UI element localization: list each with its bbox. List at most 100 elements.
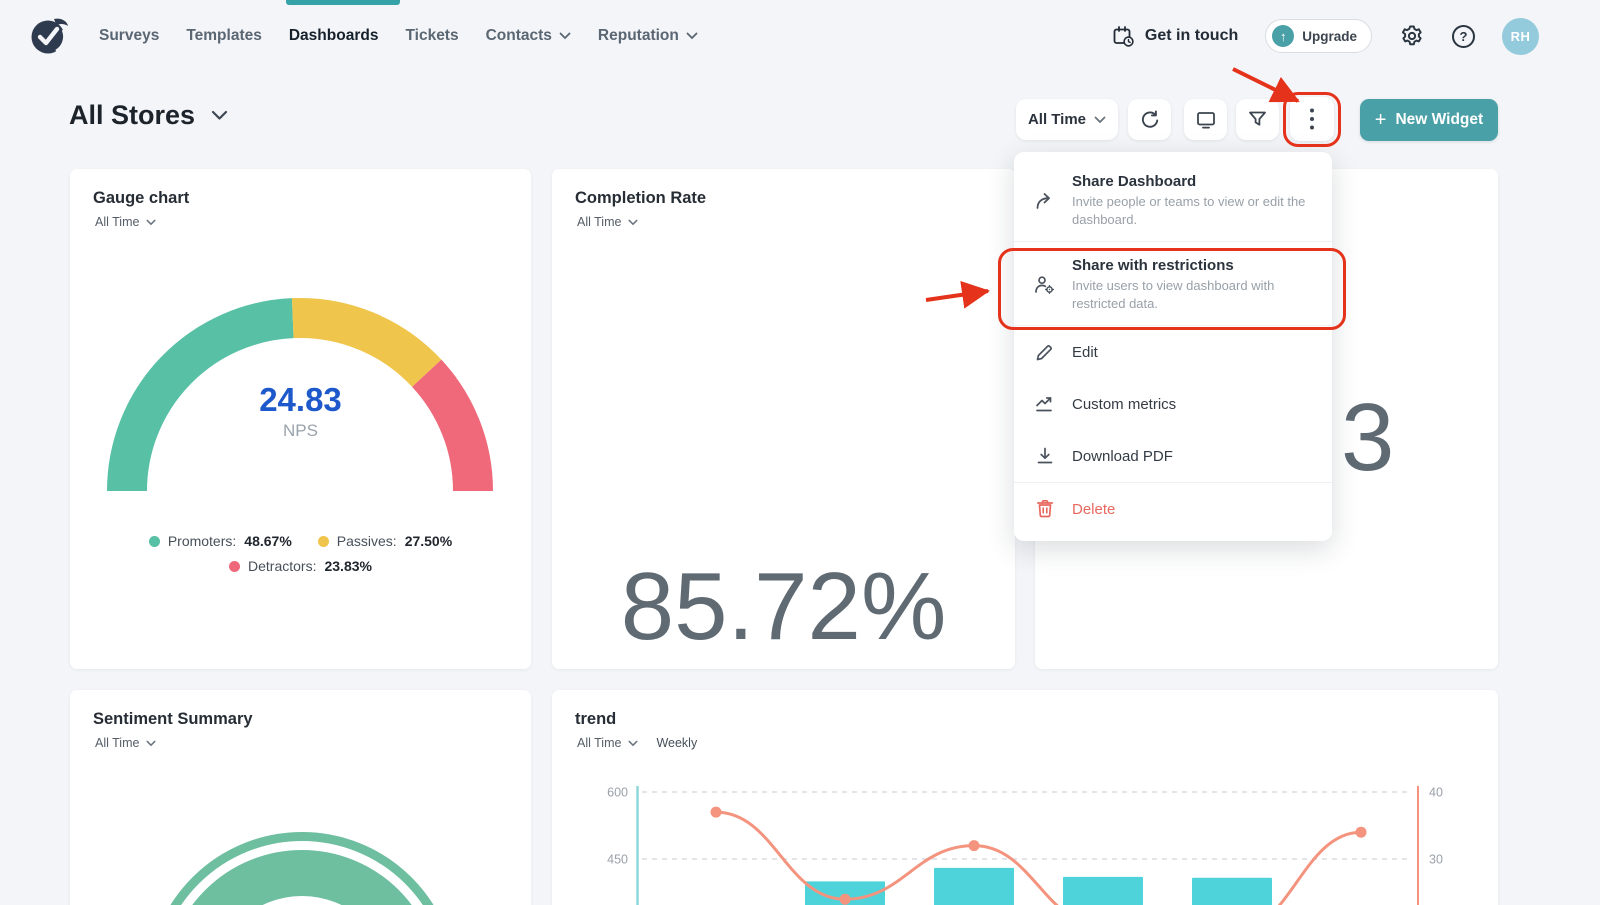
nav-label: Reputation xyxy=(598,27,679,45)
trash-icon xyxy=(1032,498,1058,520)
menu-item-share-dashboard[interactable]: Share Dashboard Invite people or teams t… xyxy=(1014,158,1332,241)
detractors-dot-icon xyxy=(229,561,240,572)
help-icon[interactable]: ? xyxy=(1452,25,1475,48)
menu-item-share-with-restrictions[interactable]: Share with restrictions Invite users to … xyxy=(1014,242,1332,325)
legend-label: Detractors: xyxy=(248,558,316,574)
filter-funnel-icon xyxy=(1247,109,1268,130)
menu-item-download-pdf[interactable]: Download PDF xyxy=(1014,430,1332,482)
nav-label: Dashboards xyxy=(289,27,379,45)
menu-item-delete[interactable]: Delete xyxy=(1014,483,1332,535)
legend-value: 48.67% xyxy=(244,533,291,549)
menu-item-label: Custom metrics xyxy=(1072,396,1176,413)
brand-logo-icon[interactable] xyxy=(26,13,72,59)
nav-item-dashboards[interactable]: Dashboards xyxy=(289,27,379,45)
chevron-down-icon xyxy=(686,32,698,40)
annotation-arrow-kebab xyxy=(1233,69,1298,101)
gauge-center: 24.83 NPS xyxy=(70,381,531,441)
new-widget-label: New Widget xyxy=(1395,111,1483,129)
trend-combo-chart: 600 450 40 30 xyxy=(552,690,1498,905)
kebab-menu-icon xyxy=(1309,107,1315,131)
upgrade-arrow-icon: ↑ xyxy=(1272,25,1294,47)
avatar-initials: RH xyxy=(1511,29,1531,44)
gauge-legend: Promoters: 48.67% Passives: 27.50% Detra… xyxy=(70,533,531,574)
nav-label: Contacts xyxy=(486,27,552,45)
calendar-clock-icon xyxy=(1112,25,1135,48)
svg-text:40: 40 xyxy=(1429,786,1443,800)
refresh-icon xyxy=(1139,109,1161,131)
main-nav: Surveys Templates Dashboards Tickets Con… xyxy=(99,0,698,72)
legend-label: Promoters: xyxy=(168,533,236,549)
chevron-down-icon xyxy=(1094,116,1106,124)
menu-item-label: Edit xyxy=(1072,344,1098,361)
svg-text:600: 600 xyxy=(607,786,628,800)
nav-item-tickets[interactable]: Tickets xyxy=(405,27,458,45)
nav-item-surveys[interactable]: Surveys xyxy=(99,27,159,45)
time-filter-label: All Time xyxy=(577,215,621,229)
nps-label: NPS xyxy=(70,421,531,441)
promoters-dot-icon xyxy=(149,536,160,547)
menu-item-label: Delete xyxy=(1072,501,1115,518)
widget-sentiment-summary: Sentiment Summary All Time xyxy=(70,690,531,905)
widget-completion-rate: Completion Rate All Time 85.72% xyxy=(552,169,1015,669)
top-nav: Surveys Templates Dashboards Tickets Con… xyxy=(0,0,1600,72)
share-arrow-icon xyxy=(1032,173,1058,228)
menu-item-description: Invite people or teams to view or edit t… xyxy=(1072,193,1314,228)
nav-label: Templates xyxy=(186,27,262,45)
dashboard-header: All Stores xyxy=(69,100,228,131)
widget-title: Completion Rate xyxy=(575,189,1015,208)
refresh-button[interactable] xyxy=(1128,99,1171,140)
svg-text:30: 30 xyxy=(1429,853,1443,867)
trend-arrow-icon xyxy=(1032,393,1058,415)
avatar[interactable]: RH xyxy=(1502,18,1539,55)
menu-item-label: Share with restrictions xyxy=(1072,257,1314,274)
new-widget-button[interactable]: + New Widget xyxy=(1360,99,1498,141)
nav-label: Surveys xyxy=(99,27,159,45)
monitor-icon xyxy=(1195,109,1217,131)
chevron-down-icon xyxy=(559,32,571,40)
menu-item-edit[interactable]: Edit xyxy=(1014,326,1332,378)
menu-item-label: Share Dashboard xyxy=(1072,173,1314,190)
widget-time-filter[interactable]: All Time xyxy=(577,215,638,229)
get-in-touch-button[interactable]: Get in touch xyxy=(1112,25,1238,48)
nav-item-contacts[interactable]: Contacts xyxy=(486,27,571,45)
menu-item-custom-metrics[interactable]: Custom metrics xyxy=(1014,378,1332,430)
nps-value: 24.83 xyxy=(70,381,531,419)
nav-right: Get in touch ↑ Upgrade ? RH xyxy=(1112,0,1539,72)
dashboard-selector-chevron-icon[interactable] xyxy=(211,110,228,121)
widget-gauge-chart: Gauge chart All Time 24.83 NPS Promoters… xyxy=(70,169,531,669)
more-options-button[interactable] xyxy=(1290,97,1334,141)
sentiment-donut-chart xyxy=(70,690,531,905)
settings-gear-icon[interactable] xyxy=(1399,23,1425,49)
menu-item-text: Share with restrictions Invite users to … xyxy=(1072,257,1314,312)
plus-icon: + xyxy=(1375,110,1387,130)
hidden-widget-value-fragment: 3 xyxy=(1341,390,1394,486)
nav-item-reputation[interactable]: Reputation xyxy=(598,27,698,45)
time-filter-dropdown[interactable]: All Time xyxy=(1016,99,1118,140)
tv-mode-button[interactable] xyxy=(1184,99,1227,140)
menu-item-description: Invite users to view dashboard with rest… xyxy=(1072,277,1314,312)
chevron-down-icon xyxy=(628,219,638,226)
menu-item-label: Download PDF xyxy=(1072,448,1173,465)
legend-item-passives: Passives: 27.50% xyxy=(318,533,452,549)
page-title: All Stores xyxy=(69,100,195,131)
passives-dot-icon xyxy=(318,536,329,547)
dashboard-options-menu: Share Dashboard Invite people or teams t… xyxy=(1014,152,1332,541)
menu-item-text: Share Dashboard Invite people or teams t… xyxy=(1072,173,1314,228)
svg-text:450: 450 xyxy=(607,853,628,867)
legend-value: 23.83% xyxy=(324,558,371,574)
nav-label: Tickets xyxy=(405,27,458,45)
user-gear-icon xyxy=(1032,257,1058,312)
time-filter-label: All Time xyxy=(1028,111,1086,128)
completion-rate-value: 85.72% xyxy=(552,559,1015,655)
legend-item-promoters: Promoters: 48.67% xyxy=(149,533,292,549)
widget-trend: trend All Time Weekly 6004504030 xyxy=(552,690,1498,905)
legend-value: 27.50% xyxy=(405,533,452,549)
filter-button[interactable] xyxy=(1236,99,1279,140)
legend-label: Passives: xyxy=(337,533,397,549)
nav-item-templates[interactable]: Templates xyxy=(186,27,262,45)
pencil-icon xyxy=(1032,341,1058,363)
upgrade-button[interactable]: ↑ Upgrade xyxy=(1265,19,1372,53)
upgrade-label: Upgrade xyxy=(1302,29,1357,44)
get-in-touch-label: Get in touch xyxy=(1145,27,1238,45)
download-icon xyxy=(1032,445,1058,467)
